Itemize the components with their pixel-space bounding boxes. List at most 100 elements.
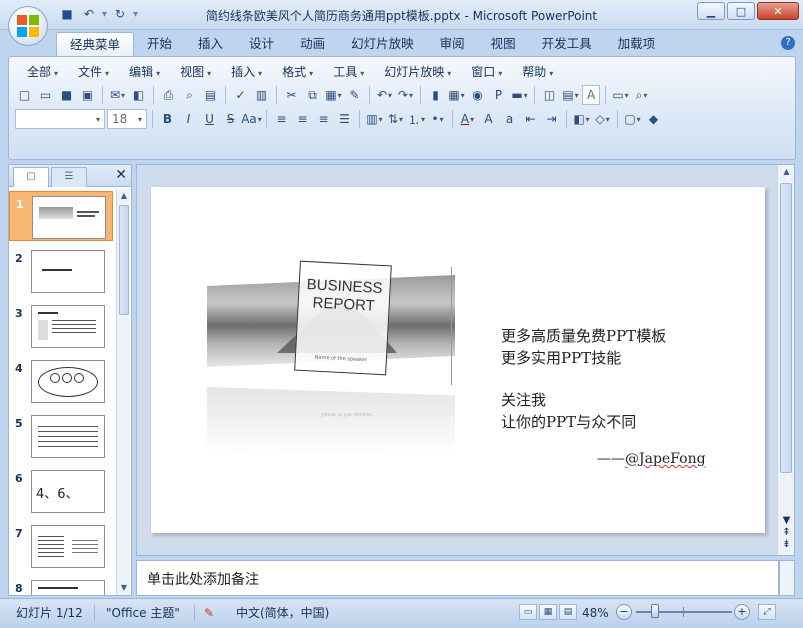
tab-add-ins[interactable]: 加载项 xyxy=(605,32,669,56)
slide-thumbnail[interactable]: 4 xyxy=(9,356,113,406)
slide-thumbnail[interactable]: 8 xyxy=(9,576,113,595)
text-direction-icon[interactable]: ⇅ xyxy=(386,110,405,129)
menu-all[interactable]: 全部 ▾ xyxy=(17,63,68,81)
tab-view[interactable]: 视图 xyxy=(478,32,529,56)
notes-pane[interactable]: 单击此处添加备注 xyxy=(136,560,779,596)
bullets-icon[interactable]: • xyxy=(428,110,447,129)
research-icon[interactable]: ▥ xyxy=(252,86,271,105)
tab-outline[interactable]: ☰ xyxy=(51,167,87,187)
new-slide-icon[interactable]: ◫ xyxy=(540,86,559,105)
menu-file[interactable]: 文件 ▾ xyxy=(68,63,119,81)
paste-icon[interactable]: ▦ xyxy=(324,86,343,105)
font-name-select[interactable]: ▾ xyxy=(15,109,105,129)
tab-design[interactable]: 设计 xyxy=(236,32,287,56)
tab-home[interactable]: 开始 xyxy=(134,32,185,56)
slide-thumbnail[interactable]: 1 xyxy=(9,191,113,241)
menu-window[interactable]: 窗口 ▾ xyxy=(461,63,512,81)
arrange-icon[interactable]: ◧ xyxy=(572,110,591,129)
minimize-button[interactable]: ▁ xyxy=(697,2,725,20)
scrollbar-thumb[interactable] xyxy=(119,205,129,315)
decrease-indent-icon[interactable]: ⇤ xyxy=(521,110,540,129)
align-right-icon[interactable]: ≡ xyxy=(314,110,333,129)
underline-icon[interactable]: U xyxy=(200,110,219,129)
menu-slide-show[interactable]: 幻灯片放映 ▾ xyxy=(374,63,461,81)
zoom-level[interactable]: 48% xyxy=(582,603,609,623)
tab-developer[interactable]: 开发工具 xyxy=(529,32,605,56)
zoom-combo[interactable]: A xyxy=(582,85,600,105)
slide-sorter-view-button[interactable]: ▦ xyxy=(539,604,557,620)
folder-icon[interactable]: ▭ xyxy=(611,86,630,105)
menu-edit[interactable]: 编辑 ▾ xyxy=(119,63,170,81)
italic-icon[interactable]: I xyxy=(179,110,198,129)
tab-animations[interactable]: 动画 xyxy=(287,32,338,56)
spelling-check-icon[interactable]: ✎ xyxy=(204,603,214,623)
table-icon[interactable]: ▦ xyxy=(447,86,466,105)
office-button[interactable] xyxy=(8,6,48,46)
scroll-up-icon[interactable]: ▲ xyxy=(778,165,795,179)
slide-canvas[interactable]: BUSINESS REPORT Name of the speaker Name… xyxy=(151,187,765,533)
font-color-icon[interactable]: A xyxy=(458,110,477,129)
promo-text-box[interactable]: 更多高质量免费PPT模板 更多实用PPT技能 关注我 让你的PPT与众不同 xyxy=(501,325,666,433)
maximize-button[interactable]: □ xyxy=(727,2,755,20)
scroll-down-icon[interactable]: ▼ xyxy=(117,581,131,595)
signature[interactable]: ——@JapeFong xyxy=(597,451,706,467)
border-icon[interactable]: ▬ xyxy=(510,86,529,105)
grow-font-icon[interactable]: A xyxy=(479,110,498,129)
zoom-slider-knob[interactable] xyxy=(651,604,659,618)
slide-thumbnail[interactable]: 2 xyxy=(9,246,113,296)
slide-show-view-button[interactable]: ▤ xyxy=(559,604,577,620)
normal-view-button[interactable]: ▭ xyxy=(519,604,537,620)
print-preview-icon[interactable]: ⌕ xyxy=(180,86,199,105)
picture-icon[interactable]: ◉ xyxy=(468,86,487,105)
tab-classic-menu[interactable]: 经典菜单 xyxy=(56,32,135,56)
shrink-font-icon[interactable]: a xyxy=(500,110,519,129)
numbering-icon[interactable]: ⒈ xyxy=(407,110,426,129)
change-case-icon[interactable]: Aa xyxy=(241,110,261,129)
layout-icon[interactable]: ▤ xyxy=(561,86,580,105)
menu-format[interactable]: 格式 ▾ xyxy=(272,63,323,81)
strikethrough-icon[interactable]: S xyxy=(221,110,240,129)
increase-indent-icon[interactable]: ⇥ xyxy=(542,110,561,129)
quick-styles-icon[interactable]: ▢ xyxy=(623,110,642,129)
language-indicator[interactable]: 中文(简体，中国) xyxy=(236,603,329,623)
spelling-icon[interactable]: ✓ xyxy=(231,86,250,105)
open-file-icon[interactable]: ▭ xyxy=(36,86,55,105)
shape-fill-icon[interactable]: ◆ xyxy=(644,110,663,129)
slide-thumbnail[interactable]: 7 xyxy=(9,521,113,571)
tab-slides[interactable]: ▢ xyxy=(13,167,49,187)
scrollbar-thumb[interactable] xyxy=(780,183,792,473)
undo-icon[interactable]: ↶ xyxy=(375,86,394,105)
slide-scrollbar[interactable]: ▲ ▼ ⇞ ⇟ xyxy=(777,165,794,555)
tab-slide-show[interactable]: 幻灯片放映 xyxy=(338,32,427,56)
scroll-down-icon[interactable]: ▼ xyxy=(778,515,795,527)
zoom-in-button[interactable]: + xyxy=(734,604,750,620)
print-icon[interactable]: ⎙ xyxy=(159,86,178,105)
slide-thumbnail[interactable]: 3 xyxy=(9,301,113,351)
scroll-up-icon[interactable]: ▲ xyxy=(117,189,131,203)
tab-review[interactable]: 审阅 xyxy=(427,32,478,56)
menu-view[interactable]: 视图 ▾ xyxy=(170,63,221,81)
next-slide-icon[interactable]: ⇟ xyxy=(778,539,795,551)
chart-icon[interactable]: ▮ xyxy=(426,86,445,105)
menu-help[interactable]: 帮助 ▾ xyxy=(512,63,563,81)
slides-panel-scrollbar[interactable]: ▲ ▼ xyxy=(116,189,130,595)
email-icon[interactable]: ✉ xyxy=(108,86,127,105)
slide-thumbnail[interactable]: 5 xyxy=(9,411,113,461)
shapes-icon[interactable]: ◇ xyxy=(593,110,612,129)
font-size-select[interactable]: 18 ▾ xyxy=(107,109,147,129)
publish-icon[interactable]: ◧ xyxy=(129,86,148,105)
ppt-icon[interactable]: P xyxy=(489,86,508,105)
cut-icon[interactable]: ✂ xyxy=(282,86,301,105)
notes-scrollbar[interactable] xyxy=(779,560,795,596)
save-icon[interactable]: ■ xyxy=(57,86,76,105)
slide-thumbnail[interactable]: 6 4、6、 xyxy=(9,466,113,516)
title-box[interactable]: BUSINESS REPORT Name of the speaker xyxy=(294,260,392,376)
zoom-out-button[interactable]: − xyxy=(616,604,632,620)
close-button[interactable]: ✕ xyxy=(757,2,799,20)
search-icon[interactable]: ⌕ xyxy=(632,86,651,105)
justify-icon[interactable]: ☰ xyxy=(335,110,354,129)
bold-icon[interactable]: B xyxy=(158,110,177,129)
permission-icon[interactable]: ▣ xyxy=(78,86,97,105)
close-panel-icon[interactable]: ✕ xyxy=(115,167,127,183)
fit-to-window-button[interactable]: ⤢ xyxy=(758,604,776,620)
